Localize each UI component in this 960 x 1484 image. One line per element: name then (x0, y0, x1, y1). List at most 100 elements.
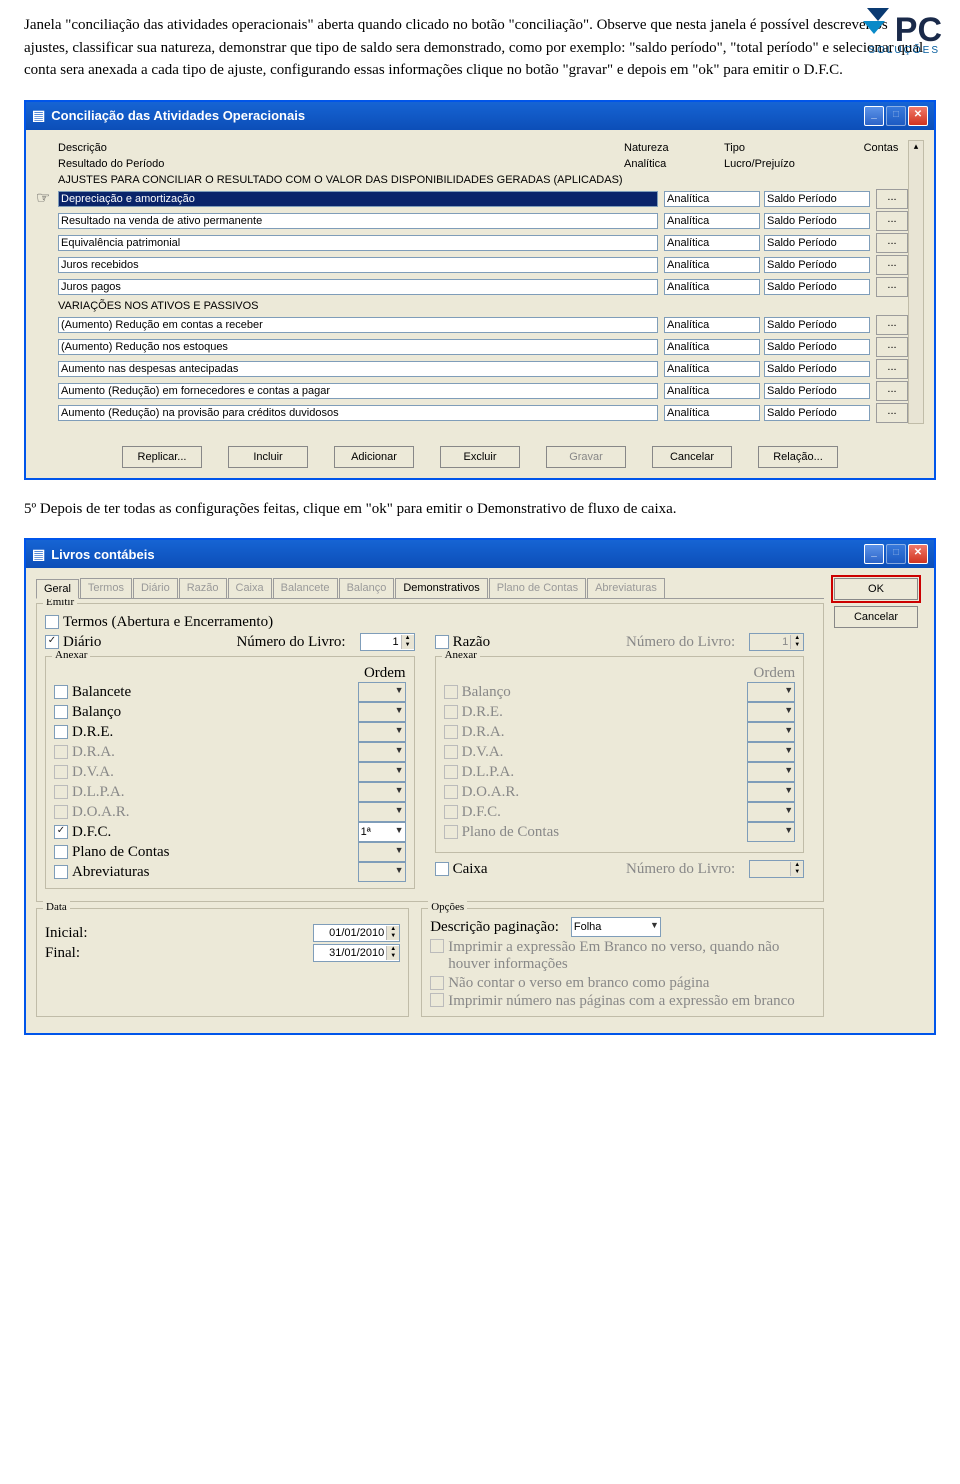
spin-numero-livro-1[interactable]: ▲▼ (360, 633, 415, 651)
descricao-input[interactable] (58, 361, 658, 377)
descricao-input[interactable] (58, 191, 658, 207)
natureza-input[interactable] (664, 191, 760, 207)
input-numero-livro-1[interactable] (361, 634, 401, 650)
contas-button[interactable]: ... (876, 381, 908, 401)
natureza-input[interactable] (664, 317, 760, 333)
cancelar-button[interactable]: Cancelar (652, 446, 732, 468)
natureza-input[interactable] (664, 339, 760, 355)
close-button[interactable]: ✕ (908, 544, 928, 564)
spin-down-icon[interactable]: ▼ (402, 642, 414, 649)
checkbox[interactable] (54, 705, 68, 719)
spin-up-icon[interactable]: ▲ (402, 635, 414, 642)
tipo-input[interactable] (764, 383, 870, 399)
natureza-input[interactable] (664, 257, 760, 273)
relacao-button[interactable]: Relação... (758, 446, 838, 468)
excluir-button[interactable]: Excluir (440, 446, 520, 468)
contas-button[interactable]: ... (876, 189, 908, 209)
natureza-input[interactable] (664, 361, 760, 377)
tipo-input[interactable] (764, 235, 870, 251)
checkbox[interactable] (54, 865, 68, 879)
contas-button[interactable]: ... (876, 403, 908, 423)
tab-balancete[interactable]: Balancete (273, 578, 338, 598)
scroll-up-icon[interactable]: ▴ (914, 141, 919, 152)
descricao-input[interactable] (58, 317, 658, 333)
spin-up-icon[interactable]: ▲ (387, 946, 399, 953)
checkbox[interactable] (54, 725, 68, 739)
input-data-inicial[interactable] (314, 925, 386, 941)
descricao-input[interactable] (58, 405, 658, 421)
descricao-input[interactable] (58, 235, 658, 251)
contas-button[interactable]: ... (876, 315, 908, 335)
descricao-input[interactable] (58, 339, 658, 355)
ordem-input (358, 782, 406, 802)
chk-diario[interactable]: ✓ (45, 635, 59, 649)
chk-termos[interactable] (45, 615, 59, 629)
tab-termos[interactable]: Termos (80, 578, 132, 598)
descricao-input[interactable] (58, 257, 658, 273)
spin-down-icon[interactable]: ▼ (387, 953, 399, 960)
replicar-button[interactable]: Replicar... (122, 446, 202, 468)
tab-caixa[interactable]: Caixa (228, 578, 272, 598)
contas-button[interactable]: ... (876, 359, 908, 379)
ordem-input (747, 822, 795, 842)
checkbox (444, 825, 458, 839)
ordem-select[interactable]: ▼ (358, 822, 406, 842)
tipo-input[interactable] (764, 405, 870, 421)
close-button[interactable]: ✕ (908, 106, 928, 126)
minimize-button[interactable]: _ (864, 106, 884, 126)
titlebar[interactable]: ▤ Conciliação das Atividades Operacionai… (26, 102, 934, 130)
ordem-select: ▼ (747, 682, 795, 702)
input-data-final[interactable] (314, 945, 386, 961)
chk-caixa[interactable] (435, 862, 449, 876)
tipo-input[interactable] (764, 317, 870, 333)
select-desc-paginacao[interactable]: ▼ (571, 917, 661, 937)
incluir-button[interactable]: Incluir (228, 446, 308, 468)
spin-down-icon[interactable]: ▼ (387, 933, 399, 940)
tab-diário[interactable]: Diário (133, 578, 178, 598)
input-desc-paginacao[interactable] (571, 917, 661, 937)
ok-button[interactable]: OK (834, 578, 918, 600)
ordem-input[interactable] (358, 822, 406, 842)
spin-up-icon[interactable]: ▲ (387, 926, 399, 933)
natureza-input[interactable] (664, 279, 760, 295)
natureza-input[interactable] (664, 213, 760, 229)
contas-button[interactable]: ... (876, 277, 908, 297)
tab-plano-de-contas[interactable]: Plano de Contas (489, 578, 586, 598)
checkbox[interactable] (54, 845, 68, 859)
spin-data-final[interactable]: ▲▼ (313, 944, 400, 962)
tab-abreviaturas[interactable]: Abreviaturas (587, 578, 665, 598)
ordem-input (358, 722, 406, 742)
cancelar-button[interactable]: Cancelar (834, 606, 918, 628)
tab-geral[interactable]: Geral (36, 579, 79, 599)
chk-razao[interactable] (435, 635, 449, 649)
tipo-input[interactable] (764, 191, 870, 207)
descricao-input[interactable] (58, 213, 658, 229)
adicionar-button[interactable]: Adicionar (334, 446, 414, 468)
tipo-input[interactable] (764, 339, 870, 355)
table-row: ... (36, 314, 908, 336)
natureza-input[interactable] (664, 383, 760, 399)
tab-razão[interactable]: Razão (179, 578, 227, 598)
contas-button[interactable]: ... (876, 255, 908, 275)
table-row: ... (36, 380, 908, 402)
tipo-input[interactable] (764, 213, 870, 229)
tipo-input[interactable] (764, 361, 870, 377)
spin-data-inicial[interactable]: ▲▼ (313, 924, 400, 942)
natureza-input[interactable] (664, 405, 760, 421)
descricao-input[interactable] (58, 279, 658, 295)
descricao-input[interactable] (58, 383, 658, 399)
contas-button[interactable]: ... (876, 211, 908, 231)
tipo-input[interactable] (764, 279, 870, 295)
checkbox[interactable] (54, 685, 68, 699)
scrollbar[interactable]: ▴ (908, 140, 924, 424)
titlebar[interactable]: ▤ Livros contábeis _ □ ✕ (26, 540, 934, 568)
tipo-input[interactable] (764, 257, 870, 273)
checkbox[interactable]: ✓ (54, 825, 68, 839)
contas-button[interactable]: ... (876, 337, 908, 357)
tab-balanço[interactable]: Balanço (339, 578, 395, 598)
contas-button[interactable]: ... (876, 233, 908, 253)
minimize-button[interactable]: _ (864, 544, 884, 564)
natureza-input[interactable] (664, 235, 760, 251)
ordem-select: ▼ (747, 822, 795, 842)
tab-demonstrativos[interactable]: Demonstrativos (395, 578, 487, 598)
